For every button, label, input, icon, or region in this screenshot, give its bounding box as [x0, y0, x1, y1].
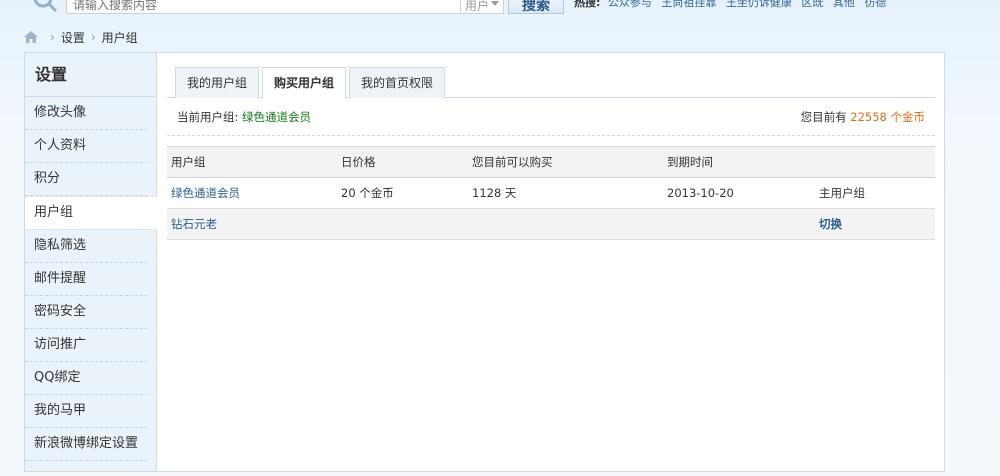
breadcrumb-item-settings[interactable]: 设置: [61, 29, 85, 46]
table-row: 钻石元老 切换: [167, 208, 935, 240]
search-icon: [33, 0, 58, 13]
column-header: 您目前可以购买: [468, 146, 663, 178]
sidebar-item-usergroup[interactable]: 用户组: [25, 196, 157, 230]
sidebar-item-qq[interactable]: QQ绑定: [25, 362, 148, 395]
usergroup-table: 用户组 日价格 您目前可以购买 到期时间 绿色通道会员 20 个金币 1128 …: [167, 146, 935, 240]
switch-group-button[interactable]: 切换: [819, 217, 842, 231]
tab-homepage-permissions[interactable]: 我的首页权限: [349, 67, 446, 98]
sidebar-item-promotion[interactable]: 访问推广: [25, 329, 148, 362]
table-row: 绿色通道会员 20 个金币 1128 天 2013-10-20 主用户组: [167, 177, 935, 209]
table-cell-price: 20 个金币: [337, 177, 468, 209]
search-type-select[interactable]: 用户: [460, 0, 504, 14]
sidebar: 设置 修改头像 个人资料 积分 用户组 隐私筛选 邮件提醒 密码安全 访问推广 …: [25, 53, 157, 471]
status-line: 当前用户组: 绿色通道会员 您目前有 22558 个金币: [167, 98, 935, 136]
sidebar-item-profile[interactable]: 个人资料: [25, 130, 148, 163]
search-button[interactable]: 搜索: [508, 0, 564, 14]
hot-search-label: 热搜:: [574, 0, 601, 9]
sidebar-item-alias[interactable]: 我的马甲: [25, 395, 148, 428]
hot-search-link[interactable]: 公众参与: [608, 0, 652, 9]
breadcrumb-separator: ›: [50, 30, 55, 44]
table-cell-status: 主用户组: [815, 177, 935, 209]
current-group: 当前用户组: 绿色通道会员: [177, 98, 311, 135]
column-header: [815, 146, 935, 178]
table-cell-expire: 2013-10-20: [663, 177, 815, 209]
sidebar-item-privacy[interactable]: 隐私筛选: [25, 230, 148, 263]
sidebar-title: 设置: [25, 53, 156, 97]
hot-search-link[interactable]: 彷德: [864, 0, 886, 9]
column-header: 用户组: [167, 146, 337, 178]
breadcrumb-separator: ›: [90, 30, 96, 44]
coin-balance-value: 22558 个金币: [850, 110, 925, 124]
search-type-value: 用户: [465, 0, 490, 13]
table-header-row: 用户组 日价格 您目前可以购买 到期时间: [167, 146, 935, 178]
coin-balance: 您目前有 22558 个金币: [801, 98, 925, 135]
top-search-bar: 用户 搜索 热搜: 公众参与 王尚祖挂靠 王坐仍诉健康 区既 其他 彷德: [0, 0, 1000, 20]
hot-search-link[interactable]: 其他: [833, 0, 855, 9]
sidebar-item-weibo[interactable]: 新浪微博绑定设置: [25, 428, 148, 461]
sidebar-item-avatar[interactable]: 修改头像: [25, 97, 148, 130]
home-icon[interactable]: [24, 31, 38, 43]
tab-bar: 我的用户组 购买用户组 我的首页权限: [167, 67, 935, 99]
main-content: 我的用户组 购买用户组 我的首页权限 当前用户组: 绿色通道会员 您目前有 22…: [167, 67, 935, 240]
settings-panel: 设置 修改头像 个人资料 积分 用户组 隐私筛选 邮件提醒 密码安全 访问推广 …: [24, 52, 945, 472]
sidebar-item-password[interactable]: 密码安全: [25, 296, 148, 329]
sidebar-item-email-notify[interactable]: 邮件提醒: [25, 263, 148, 296]
search-input[interactable]: [66, 0, 460, 14]
current-group-label: 当前用户组:: [177, 110, 243, 124]
table-cell-can-buy: [468, 208, 663, 240]
coin-balance-label: 您目前有: [800, 110, 851, 124]
sidebar-item-credits[interactable]: 积分: [25, 163, 148, 196]
tab-my-usergroups[interactable]: 我的用户组: [175, 67, 260, 98]
hot-searches: 热搜: 公众参与 王尚祖挂靠 王坐仍诉健康 区既 其他 彷德: [574, 0, 892, 10]
chevron-down-icon: [491, 1, 499, 6]
group-name-link[interactable]: 钻石元老: [171, 217, 217, 231]
group-name-link[interactable]: 绿色通道会员: [171, 186, 240, 200]
table-cell-price: [337, 208, 468, 240]
hot-search-link[interactable]: 王坐仍诉健康: [726, 0, 792, 9]
column-header: 到期时间: [663, 146, 815, 178]
column-header: 日价格: [337, 146, 468, 178]
breadcrumb-item-usergroup: 用户组: [101, 30, 138, 45]
breadcrumb: › 设置 › 用户组: [24, 29, 138, 45]
table-cell-can-buy: 1128 天: [468, 177, 663, 209]
hot-search-link[interactable]: 区既: [801, 0, 823, 9]
hot-search-link[interactable]: 王尚祖挂靠: [661, 0, 716, 9]
tab-buy-usergroup[interactable]: 购买用户组: [262, 67, 347, 99]
table-cell-expire: [663, 208, 815, 240]
current-group-value: 绿色通道会员: [242, 110, 312, 124]
